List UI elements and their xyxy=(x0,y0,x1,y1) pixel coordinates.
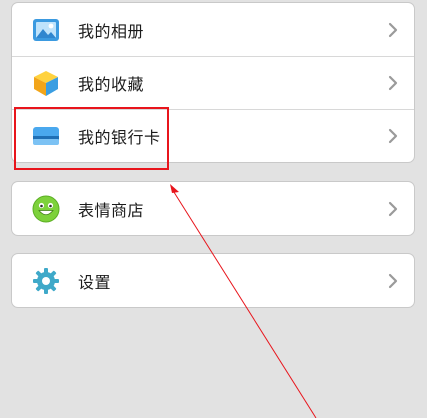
menu-item-label: 表情商店 xyxy=(78,200,145,220)
menu-item-sticker-store[interactable]: 表情商店 xyxy=(12,182,414,235)
menu-group-sticker: 表情商店 xyxy=(11,181,415,236)
chevron-right-icon xyxy=(388,201,398,217)
menu-item-settings[interactable]: 设置 xyxy=(12,254,414,307)
menu-item-favorites[interactable]: 我的收藏 xyxy=(12,56,414,109)
menu-item-label: 设置 xyxy=(78,272,112,292)
chevron-right-icon xyxy=(388,22,398,38)
menu-group-settings: 设置 xyxy=(11,253,415,308)
favorites-cube-icon xyxy=(32,69,60,97)
chevron-right-icon xyxy=(388,128,398,144)
chevron-right-icon xyxy=(388,273,398,289)
gear-icon xyxy=(32,267,60,295)
smiley-face-icon xyxy=(32,195,60,223)
menu-item-album[interactable]: 我的相册 xyxy=(12,3,414,56)
menu-item-label: 我的收藏 xyxy=(78,75,145,94)
photo-album-icon xyxy=(32,16,60,44)
menu-item-label: 我的相册 xyxy=(78,21,145,41)
annotation-highlight-box xyxy=(14,107,169,170)
chevron-right-icon xyxy=(388,75,398,91)
